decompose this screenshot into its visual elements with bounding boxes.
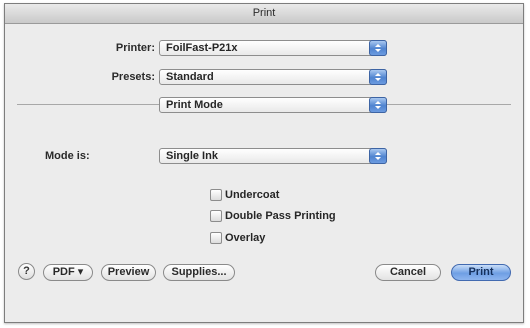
mode-popup[interactable]: Single Ink xyxy=(159,148,387,164)
printer-value: FoilFast-P21x xyxy=(166,42,238,54)
printer-popup[interactable]: FoilFast-P21x xyxy=(159,40,387,56)
popup-arrows-icon xyxy=(369,69,387,85)
overlay-checkbox[interactable] xyxy=(210,232,222,244)
presets-value: Standard xyxy=(166,71,214,83)
section-divider-left xyxy=(17,104,159,105)
mode-label: Mode is: xyxy=(45,150,90,162)
print-dialog: Print Printer: FoilFast-P21x Presets: St… xyxy=(4,3,524,323)
undercoat-label: Undercoat xyxy=(225,189,280,201)
popup-arrows-icon xyxy=(369,97,387,113)
mode-value: Single Ink xyxy=(166,150,218,162)
printer-label: Printer: xyxy=(115,42,155,54)
presets-popup[interactable]: Standard xyxy=(159,69,387,85)
double-pass-label: Double Pass Printing xyxy=(225,210,336,222)
pdf-button[interactable]: PDF ▾ xyxy=(43,264,93,281)
popup-arrows-icon xyxy=(369,148,387,164)
double-pass-checkbox[interactable] xyxy=(210,210,222,222)
undercoat-checkbox[interactable] xyxy=(210,189,222,201)
print-button[interactable]: Print xyxy=(451,264,511,281)
panel-selector-value: Print Mode xyxy=(166,99,223,111)
popup-arrows-icon xyxy=(369,40,387,56)
help-button[interactable]: ? xyxy=(18,263,35,280)
panel-selector-popup[interactable]: Print Mode xyxy=(159,97,387,113)
undercoat-option[interactable]: Undercoat xyxy=(210,188,279,202)
supplies-button[interactable]: Supplies... xyxy=(163,264,235,281)
presets-label: Presets: xyxy=(111,71,155,83)
overlay-option[interactable]: Overlay xyxy=(210,231,265,245)
overlay-label: Overlay xyxy=(225,232,266,244)
preview-button[interactable]: Preview xyxy=(101,264,156,281)
double-pass-option[interactable]: Double Pass Printing xyxy=(210,209,336,223)
section-divider-right xyxy=(387,104,511,105)
cancel-button[interactable]: Cancel xyxy=(375,264,441,281)
window-title: Print xyxy=(5,4,523,24)
